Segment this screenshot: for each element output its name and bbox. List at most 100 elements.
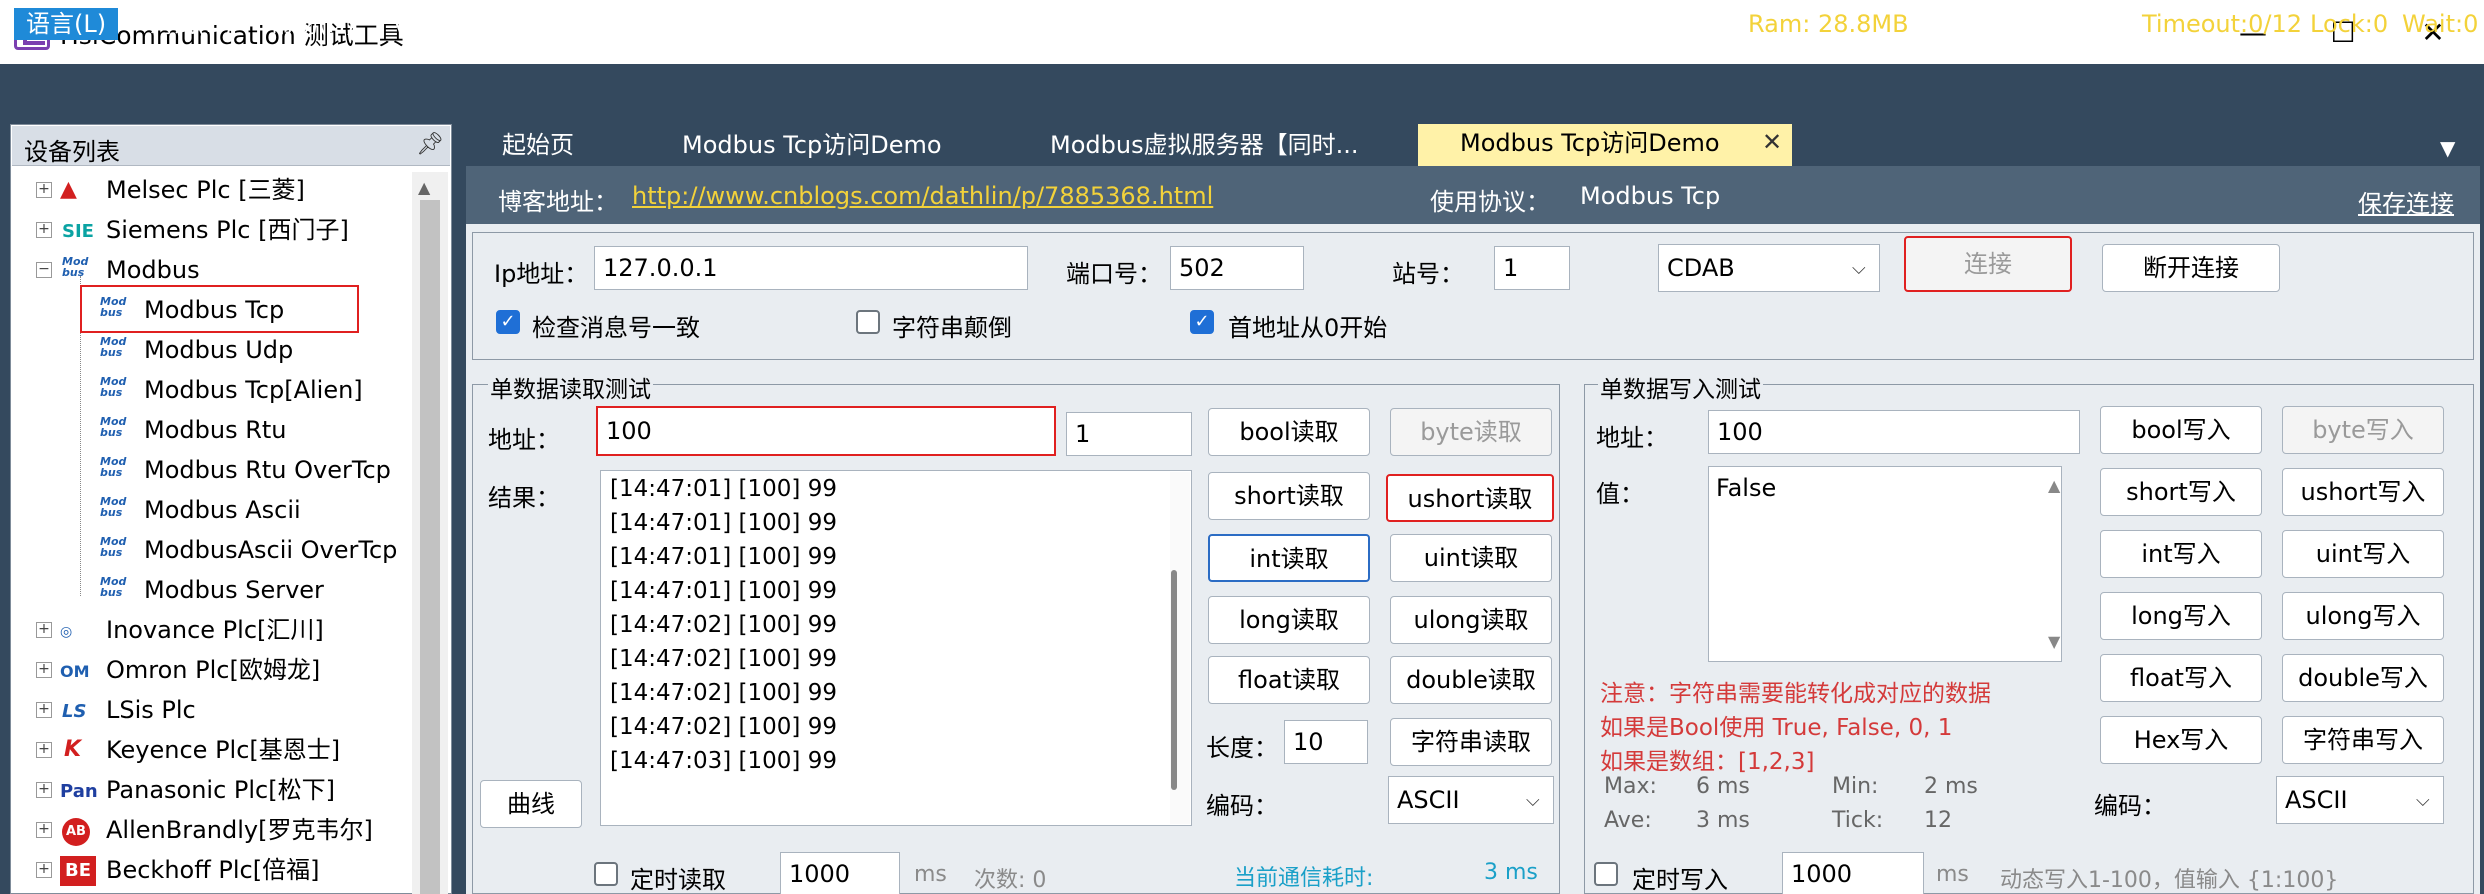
double-write-button[interactable]: double写入 xyxy=(2282,654,2444,702)
scroll-down-icon[interactable]: ▼ xyxy=(2048,632,2060,651)
expand-inovance-icon[interactable]: + xyxy=(36,622,52,638)
bool-write-button[interactable]: bool写入 xyxy=(2100,406,2262,454)
expand-melsec-icon[interactable]: + xyxy=(36,182,52,198)
menu-language[interactable]: 语言(L) xyxy=(14,8,119,40)
expand-keyence-icon[interactable]: + xyxy=(36,742,52,758)
timer-read-input[interactable]: 1000 xyxy=(780,852,900,894)
check-msgid-checkbox[interactable]: ✓ xyxy=(496,310,520,334)
tree-item-allen-bradley[interactable]: AllenBrandly[罗克韦尔] xyxy=(106,812,373,848)
log-line: [14:47:02] [100] 99 xyxy=(610,714,837,740)
log-line: [14:47:02] [100] 99 xyxy=(610,680,837,706)
write-addr-input[interactable]: 100 xyxy=(1708,410,2080,454)
short-write-button[interactable]: short写入 xyxy=(2100,468,2262,516)
connect-button[interactable]: 连接 xyxy=(1904,236,2072,292)
expand-panasonic-icon[interactable]: + xyxy=(36,782,52,798)
tree-item-lsis[interactable]: LSis Plc xyxy=(106,692,196,728)
menu-version[interactable]: Version: 12.0.0 xyxy=(380,8,584,40)
tab-modbus-tcp-demo-1[interactable]: Modbus Tcp访问Demo xyxy=(682,126,942,164)
tree-item-panasonic[interactable]: Panasonic Plc[松下] xyxy=(106,772,335,808)
tree-item-modbus-tcp[interactable]: Modbus Tcp xyxy=(144,292,284,328)
long-read-button[interactable]: long读取 xyxy=(1208,596,1370,644)
expand-omron-icon[interactable]: + xyxy=(36,662,52,678)
expand-siemens-icon[interactable]: + xyxy=(36,222,52,238)
tab-start-page[interactable]: 起始页 xyxy=(502,126,574,164)
blog-link[interactable]: http://www.cnblogs.com/dathlin/p/7885368… xyxy=(632,182,1213,210)
int-read-button[interactable]: int读取 xyxy=(1208,534,1370,582)
read-count-input[interactable]: 1 xyxy=(1066,412,1192,456)
bool-read-button[interactable]: bool读取 xyxy=(1208,408,1370,456)
chevron-down-icon[interactable]: ⌵ xyxy=(2416,790,2430,811)
float-write-button[interactable]: float写入 xyxy=(2100,654,2262,702)
tree-item-modbus-udp[interactable]: Modbus Udp xyxy=(144,332,293,368)
tree-item-omron[interactable]: Omron Plc[欧姆龙] xyxy=(106,652,320,688)
disconnect-button[interactable]: 断开连接 xyxy=(2102,244,2280,292)
scroll-up-icon[interactable]: ▲ xyxy=(418,178,430,197)
tree-scroll-thumb[interactable] xyxy=(420,200,440,894)
addr-zero-checkbox[interactable]: ✓ xyxy=(1190,310,1214,334)
tree-item-inovance[interactable]: Inovance Plc[汇川] xyxy=(106,612,324,648)
ulong-write-button[interactable]: ulong写入 xyxy=(2282,592,2444,640)
long-write-button[interactable]: long写入 xyxy=(2100,592,2262,640)
uint-write-button[interactable]: uint写入 xyxy=(2282,530,2444,578)
tree-item-modbus-rtu[interactable]: Modbus Rtu xyxy=(144,412,287,448)
log-line: [14:47:02] [100] 99 xyxy=(610,612,837,638)
timer-write-checkbox[interactable] xyxy=(1594,862,1618,886)
hex-write-button[interactable]: Hex写入 xyxy=(2100,716,2262,764)
write-note-line: 如果是Bool使用 True, False, 0, 1 xyxy=(1600,715,1953,741)
tree-item-modbus-server[interactable]: Modbus Server xyxy=(144,572,324,608)
tree-item-modbusascii-overtcp[interactable]: ModbusAscii OverTcp xyxy=(144,532,397,568)
byte-write-button[interactable]: byte写入 xyxy=(2282,406,2444,454)
uint-read-button[interactable]: uint读取 xyxy=(1390,534,1552,582)
tree-item-keyence[interactable]: Keyence Plc[基恩士] xyxy=(106,732,340,768)
result-scroll-thumb[interactable] xyxy=(1171,570,1177,790)
tree-item-modbus-rtu-overtcp[interactable]: Modbus Rtu OverTcp xyxy=(144,452,391,488)
expand-beckhoff-icon[interactable]: + xyxy=(36,862,52,878)
int-write-button[interactable]: int写入 xyxy=(2100,530,2262,578)
menu-active[interactable]: Active(A) xyxy=(590,8,723,40)
scroll-up-icon[interactable]: ▲ xyxy=(2048,476,2060,495)
tab-modbus-virtual-server[interactable]: Modbus虚拟服务器【同时... xyxy=(1050,126,1358,164)
tab-modbus-tcp-demo-active[interactable]: Modbus Tcp访问Demo xyxy=(1418,124,1792,166)
tick-label: Tick: xyxy=(1832,808,1884,833)
tree-item-beckhoff[interactable]: Beckhoff Plc[倍福] xyxy=(106,852,319,888)
length-input[interactable]: 10 xyxy=(1284,720,1368,764)
expand-allen-bradley-icon[interactable]: + xyxy=(36,822,52,838)
pin-icon[interactable]: 📌︎ xyxy=(416,132,444,157)
tree-item-melsec[interactable]: Melsec Plc [三菱] xyxy=(106,172,305,208)
tab-dropdown-icon[interactable]: ▼ xyxy=(2440,136,2455,160)
chevron-down-icon[interactable]: ⌵ xyxy=(1852,258,1866,279)
float-read-button[interactable]: float读取 xyxy=(1208,656,1370,704)
menu-debug[interactable]: 调试(D) xyxy=(136,8,245,40)
ushort-write-button[interactable]: ushort写入 xyxy=(2282,468,2444,516)
string-read-button[interactable]: 字符串读取 xyxy=(1390,718,1552,766)
collapse-modbus-icon[interactable]: − xyxy=(36,262,52,278)
port-input[interactable]: 502 xyxy=(1170,246,1304,290)
tree-item-modbus[interactable]: Modbus xyxy=(106,252,200,288)
data-format-select[interactable]: CDAB xyxy=(1658,244,1880,292)
read-addr-input[interactable]: 100 xyxy=(596,406,1056,456)
station-input[interactable]: 1 xyxy=(1494,246,1570,290)
tree-item-modbus-ascii[interactable]: Modbus Ascii xyxy=(144,492,301,528)
expand-lsis-icon[interactable]: + xyxy=(36,702,52,718)
chevron-down-icon[interactable]: ⌵ xyxy=(1526,790,1540,811)
double-read-button[interactable]: double读取 xyxy=(1390,656,1552,704)
ulong-read-button[interactable]: ulong读取 xyxy=(1390,596,1552,644)
curve-button[interactable]: 曲线 xyxy=(480,780,582,828)
save-connection-link[interactable]: 保存连接 xyxy=(2358,184,2454,219)
timer-read-checkbox[interactable] xyxy=(594,862,618,886)
ushort-read-button[interactable]: ushort读取 xyxy=(1386,474,1554,522)
timer-write-input[interactable]: 1000 xyxy=(1782,852,1924,894)
string-write-button[interactable]: 字符串写入 xyxy=(2282,716,2444,764)
tab-close-icon[interactable]: ✕ xyxy=(1762,128,1782,156)
short-read-button[interactable]: short读取 xyxy=(1208,472,1370,520)
menu-distribution[interactable]: 全国使用分布 xyxy=(728,8,896,40)
string-reverse-checkbox[interactable] xyxy=(856,310,880,334)
tree-item-siemens[interactable]: Siemens Plc [西门子] xyxy=(106,212,349,248)
tree-item-modbus-tcp-alien[interactable]: Modbus Tcp[Alien] xyxy=(144,372,363,408)
byte-read-button[interactable]: byte读取 xyxy=(1390,408,1552,456)
modbus-server-icon: Mod bus xyxy=(100,575,127,599)
menu-help[interactable]: 帮助(H) xyxy=(258,8,367,40)
timer-read-unit: ms xyxy=(914,862,947,887)
mitsubishi-logo-icon: ▲ xyxy=(60,177,77,202)
ip-input[interactable]: 127.0.0.1 xyxy=(594,246,1028,290)
